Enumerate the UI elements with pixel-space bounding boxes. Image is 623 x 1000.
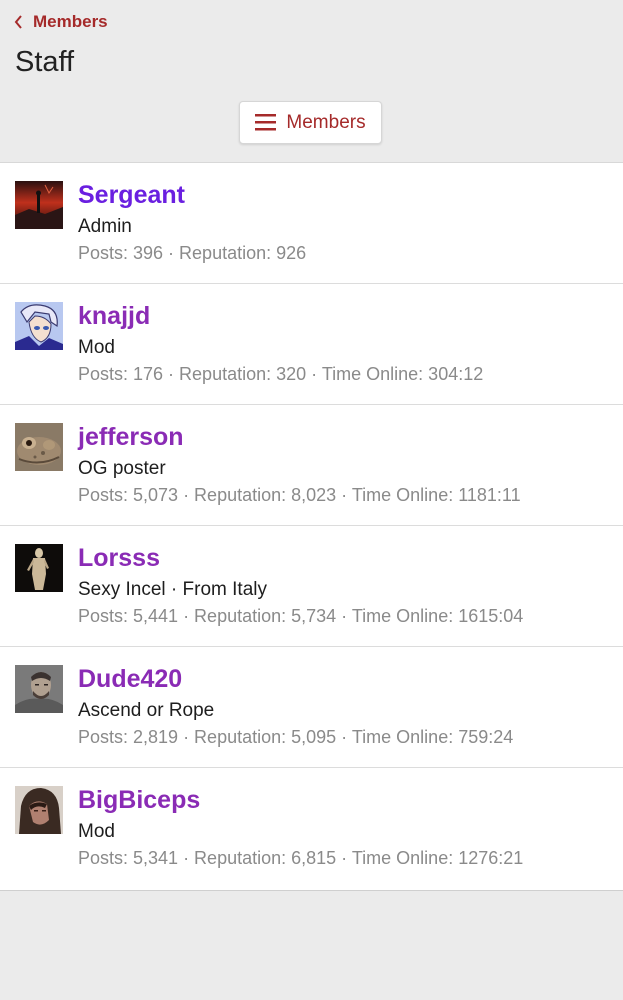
member-stats: Posts: 176 · Reputation: 320 · Time Onli… bbox=[78, 364, 484, 384]
member-stats: Posts: 5,341 · Reputation: 6,815 · Time … bbox=[78, 848, 524, 868]
toad-avatar[interactable] bbox=[15, 423, 63, 471]
member-stats: Posts: 5,073 · Reputation: 8,023 · Time … bbox=[78, 485, 521, 505]
member-title: Ascend or Rope bbox=[78, 700, 215, 721]
member-stats: Posts: 396 · Reputation: 926 bbox=[78, 243, 307, 263]
statue-avatar[interactable] bbox=[15, 544, 63, 592]
member-stats: Posts: 2,819 · Reputation: 5,095 · Time … bbox=[78, 727, 514, 747]
members-menu-label: Members bbox=[286, 111, 366, 133]
member-name[interactable]: BigBiceps bbox=[78, 786, 200, 815]
member-row: jefferson OG poster Posts: 5,073 · Reput… bbox=[0, 405, 623, 526]
member-title: OG poster bbox=[78, 458, 166, 479]
hooded-figure-avatar[interactable] bbox=[15, 786, 63, 834]
breadcrumb[interactable]: Members bbox=[14, 12, 108, 32]
member-title: Admin bbox=[78, 216, 132, 237]
member-name[interactable]: knajjd bbox=[78, 302, 150, 331]
red-sky-figure-avatar[interactable] bbox=[15, 181, 63, 229]
member-title: Mod bbox=[78, 821, 115, 842]
member-row: BigBiceps Mod Posts: 5,341 · Reputation:… bbox=[0, 768, 623, 890]
member-row: Sergeant Admin Posts: 396 · Reputation: … bbox=[0, 163, 623, 284]
member-name[interactable]: jefferson bbox=[78, 423, 184, 452]
member-name[interactable]: Dude420 bbox=[78, 665, 182, 694]
member-row: Dude420 Ascend or Rope Posts: 2,819 · Re… bbox=[0, 647, 623, 768]
member-name[interactable]: Sergeant bbox=[78, 181, 185, 210]
man-portrait-avatar[interactable] bbox=[15, 665, 63, 713]
member-row: Lorsss Sexy Incel · From Italy Posts: 5,… bbox=[0, 526, 623, 647]
member-stats: Posts: 5,441 · Reputation: 5,734 · Time … bbox=[78, 606, 524, 626]
chevron-left-icon bbox=[14, 15, 22, 29]
member-name[interactable]: Lorsss bbox=[78, 544, 160, 573]
page-title: Staff bbox=[15, 46, 75, 78]
hamburger-icon bbox=[255, 114, 277, 131]
member-title: Mod bbox=[78, 337, 115, 358]
anime-character-avatar[interactable] bbox=[15, 302, 63, 350]
member-title: Sexy Incel · From Italy bbox=[78, 579, 267, 600]
members-menu-button[interactable]: Members bbox=[239, 101, 382, 144]
member-row: knajjd Mod Posts: 176 · Reputation: 320 … bbox=[0, 284, 623, 405]
staff-member-list: Sergeant Admin Posts: 396 · Reputation: … bbox=[0, 162, 623, 891]
breadcrumb-label: Members bbox=[33, 12, 108, 31]
page-header: Members Staff Members bbox=[0, 0, 623, 162]
